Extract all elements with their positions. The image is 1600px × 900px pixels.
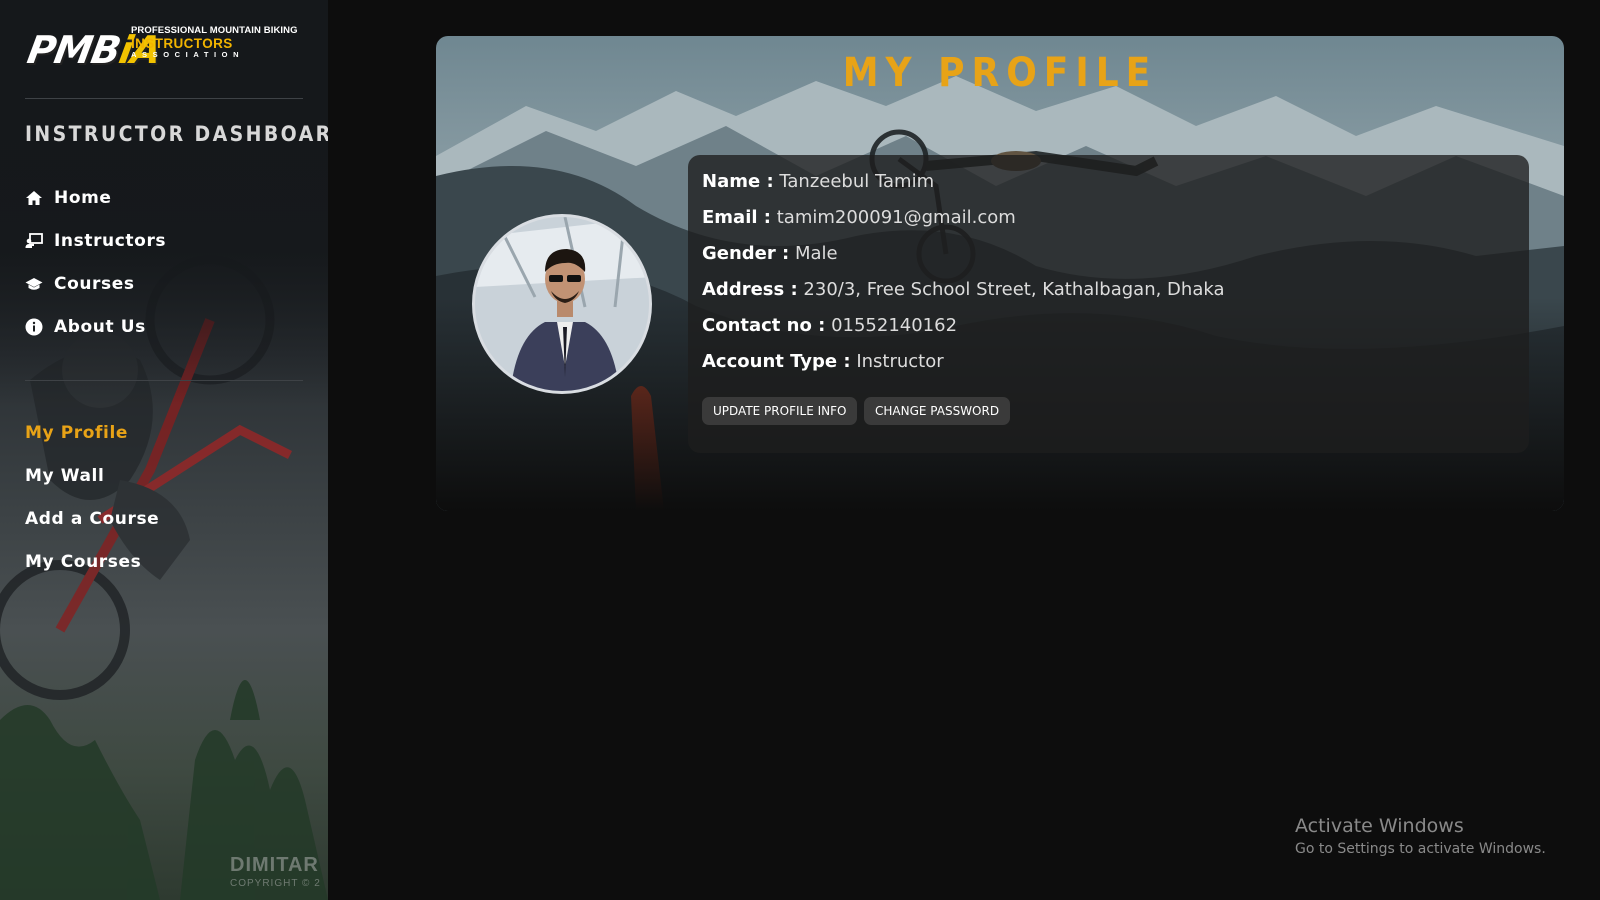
logo-line-3: ASSOCIATION [131, 50, 245, 59]
sidebar-divider-middle [25, 380, 303, 381]
dashboard-title: INSTRUCTOR DASHBOARD [25, 122, 328, 146]
logo-line-1: PROFESSIONAL MOUNTAIN BIKING [131, 25, 298, 36]
field-value: 230/3, Free School Street, Kathalbagan, … [803, 279, 1225, 300]
profile-hero: MY PROFILE Name : Tanzeebul Tamim Email … [436, 36, 1564, 511]
nav-item-my-wall[interactable]: My Wall [25, 454, 159, 497]
field-value: Tanzeebul Tamim [779, 171, 935, 192]
update-profile-info-button[interactable]: UPDATE PROFILE INFO [702, 397, 858, 425]
profile-field-name: Name : Tanzeebul Tamim [702, 171, 934, 192]
sidebar: PMBiA PROFESSIONAL MOUNTAIN BIKING INSTR… [0, 0, 328, 900]
nav-item-label: Add a Course [25, 508, 160, 529]
pmbia-logo[interactable]: PMBiA PROFESSIONAL MOUNTAIN BIKING INSTR… [24, 22, 303, 80]
profile-field-contact: Contact no : 01552140162 [702, 315, 957, 336]
profile-field-gender: Gender : Male [702, 243, 838, 264]
field-label: Contact no : [702, 315, 826, 336]
field-label: Account Type : [702, 351, 851, 372]
profile-field-email: Email : tamim200091@gmail.com [702, 207, 1016, 228]
profile-field-address: Address : 230/3, Free School Street, Kat… [702, 279, 1225, 300]
main-content: MY PROFILE Name : Tanzeebul Tamim Email … [328, 0, 1600, 900]
field-value: 01552140162 [831, 315, 958, 336]
nav-item-about-us[interactable]: About Us [25, 305, 166, 348]
nav-item-label: About Us [54, 316, 146, 337]
nav-item-my-profile[interactable]: My Profile [25, 411, 159, 454]
nav-item-instructors[interactable]: Instructors [25, 219, 166, 262]
info-circle-icon [25, 318, 43, 336]
nav-item-label: My Courses [25, 551, 142, 572]
nav-item-label: Instructors [54, 230, 167, 251]
activate-windows-title: Activate Windows [1295, 815, 1464, 837]
nav-item-my-courses[interactable]: My Courses [25, 540, 159, 583]
nav-item-add-a-course[interactable]: Add a Course [25, 497, 159, 540]
field-value: Male [794, 243, 838, 264]
activate-windows-subtitle: Go to Settings to activate Windows. [1295, 841, 1546, 857]
main-nav: Home Instructors Courses About Us [25, 176, 166, 348]
photo-watermark-copyright: COPYRIGHT © 2 [230, 878, 321, 889]
activate-windows-notice: Activate Windows Go to Settings to activ… [1295, 815, 1546, 857]
photo-watermark: DIMITAR [230, 854, 319, 876]
home-icon [25, 189, 43, 207]
nav-item-home[interactable]: Home [25, 176, 166, 219]
logo-wordmark: PROFESSIONAL MOUNTAIN BIKING INSTRUCTORS… [131, 26, 298, 59]
profile-photo [475, 217, 649, 391]
nav-item-courses[interactable]: Courses [25, 262, 166, 305]
field-value: tamim200091@gmail.com [776, 207, 1016, 228]
account-nav: My Profile My Wall Add a Course My Cours… [25, 411, 159, 583]
field-label: Address : [702, 279, 798, 300]
chalkboard-teacher-icon [25, 232, 43, 250]
profile-avatar[interactable] [472, 214, 652, 394]
profile-field-account-type: Account Type : Instructor [702, 351, 944, 372]
nav-item-label: Home [54, 187, 112, 208]
sidebar-divider-top [25, 98, 303, 99]
field-label: Email : [702, 207, 772, 228]
change-password-button[interactable]: CHANGE PASSWORD [864, 397, 1011, 425]
field-value: Instructor [856, 351, 944, 372]
nav-item-label: My Profile [25, 422, 129, 443]
graduation-cap-icon [25, 275, 43, 293]
field-label: Gender : [702, 243, 790, 264]
nav-item-label: Courses [54, 273, 135, 294]
profile-info-card: Name : Tanzeebul Tamim Email : tamim2000… [688, 155, 1529, 453]
logo-line-2: INSTRUCTORS [131, 35, 233, 51]
page-title: MY PROFILE [842, 50, 1158, 96]
nav-item-label: My Wall [25, 465, 105, 486]
field-label: Name : [702, 171, 774, 192]
